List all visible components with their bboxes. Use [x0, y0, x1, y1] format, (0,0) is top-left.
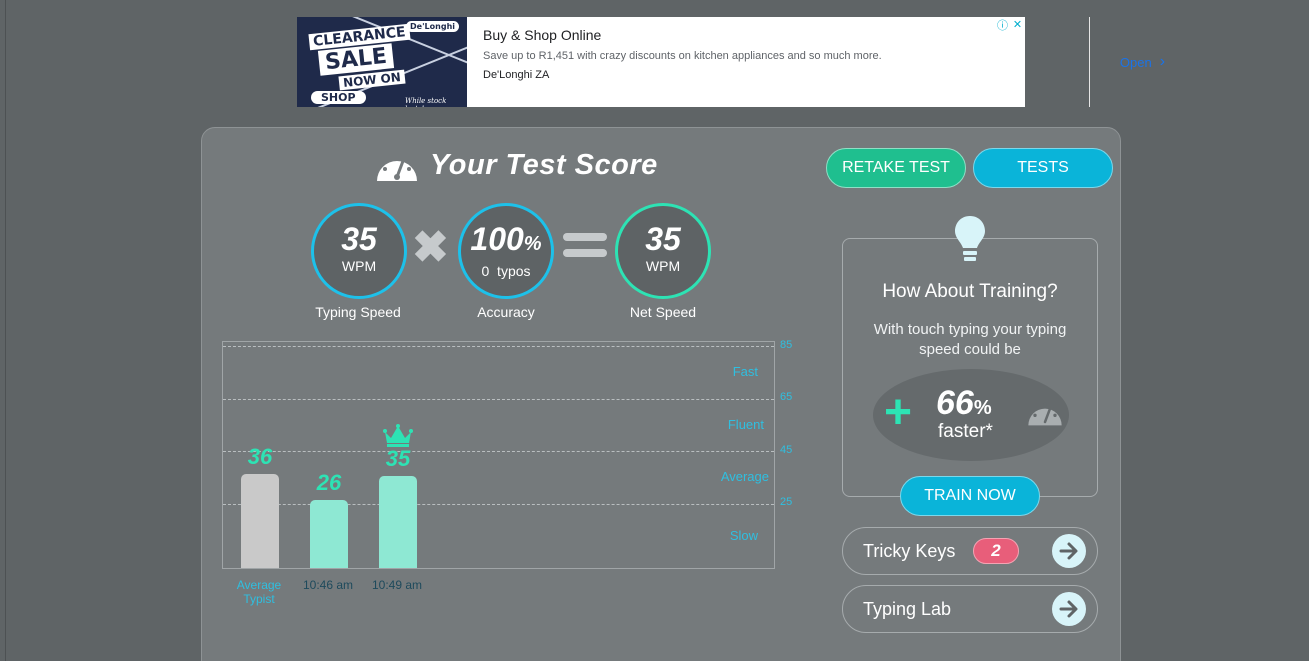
title-text: Your Test Score	[430, 148, 658, 181]
y-tick-85: 85	[780, 339, 793, 351]
net-speed-label: Net Speed	[629, 304, 697, 320]
bar-value-average-typist: 36	[247, 443, 273, 469]
gridline-85	[223, 346, 774, 347]
left-border	[5, 0, 6, 661]
gridline-25	[223, 504, 774, 505]
chevron-right-icon: ›	[1159, 53, 1166, 70]
page-title: Your Test Score	[374, 147, 658, 183]
gridline-45	[223, 451, 774, 452]
bar-value-10-46: 26	[316, 469, 342, 495]
speedometer-small-icon	[1028, 402, 1062, 426]
typing-lab-link[interactable]: Typing Lab	[842, 585, 1098, 633]
equals-icon	[563, 233, 607, 265]
ad-title[interactable]: Buy & Shop Online	[483, 27, 1009, 43]
ad-text[interactable]: Buy & Shop Online Save up to R1,451 with…	[467, 17, 1165, 107]
y-tick-65: 65	[780, 391, 793, 403]
x-label-10-49: 10:49 am	[371, 578, 423, 592]
ad-image-footer: While stock lasts!	[405, 97, 447, 107]
ad-image-brand: De'Longhi	[406, 21, 459, 32]
y-tick-45: 45	[780, 444, 793, 456]
typing-speed-circle: 35 WPM	[311, 203, 407, 299]
typing-speed-unit: WPM	[341, 258, 377, 274]
ad-open-button[interactable]: Open ›	[1089, 17, 1195, 107]
plus-icon: +	[884, 386, 913, 439]
accuracy-percent-sign: %	[523, 233, 542, 255]
train-now-button[interactable]: TRAIN NOW	[900, 476, 1040, 516]
accuracy-typos: 0 typos	[481, 263, 531, 279]
info-icon[interactable]: ⓘ	[995, 17, 1010, 32]
tricky-keys-count-badge: 2	[973, 538, 1019, 564]
faster-percent-sign: %	[973, 397, 992, 419]
bar-10-49	[379, 476, 417, 568]
multiply-icon: ✖	[412, 223, 449, 272]
close-icon[interactable]: ✕	[1010, 17, 1025, 32]
ad-image-word-shop: SHOP	[311, 91, 366, 104]
tests-button[interactable]: TESTS	[973, 148, 1113, 188]
net-speed-value: 35	[645, 221, 681, 257]
y-tick-25: 25	[780, 496, 793, 508]
net-speed-unit: WPM	[645, 258, 681, 274]
bar-average-typist	[241, 473, 279, 568]
training-title: How About Training?	[882, 281, 1058, 302]
gridline-65	[223, 399, 774, 400]
ad-description: Save up to R1,451 with crazy discounts o…	[483, 50, 882, 62]
band-fluent: Fluent	[727, 417, 764, 432]
crown-icon	[383, 424, 413, 447]
bar-value-10-49: 35	[385, 446, 411, 472]
band-average: Average	[720, 469, 769, 484]
typing-speed-label: Typing Speed	[315, 304, 401, 320]
accuracy-value: 100	[470, 221, 524, 257]
x-label-average-typist: Average Typist	[236, 578, 282, 606]
x-label-10-46: 10:46 am	[302, 578, 354, 592]
accuracy-circle: 100% 0 typos	[458, 203, 554, 299]
arrow-right-icon[interactable]	[1052, 534, 1086, 568]
ad-source: De'Longhi ZA	[483, 69, 550, 81]
faster-percent-value: 66	[936, 384, 974, 422]
accuracy-label: Accuracy	[477, 304, 535, 320]
ad-image[interactable]: De'Longhi CLEARANCE SALE NOW ON SHOP Whi…	[297, 17, 467, 107]
typing-speed-value: 35	[341, 221, 377, 257]
arrow-right-icon[interactable]	[1052, 592, 1086, 626]
faster-label: faster*	[938, 421, 993, 442]
accuracy-value-wrap: 100%	[461, 222, 551, 261]
typing-lab-label: Typing Lab	[863, 598, 952, 619]
lightbulb-icon	[955, 216, 985, 261]
bar-10-46	[310, 499, 348, 568]
ad-banner[interactable]: De'Longhi CLEARANCE SALE NOW ON SHOP Whi…	[297, 17, 1165, 107]
tricky-keys-label: Tricky Keys	[863, 540, 956, 561]
training-text: With touch typing your typing speed coul…	[873, 321, 1067, 358]
tricky-keys-link[interactable]: Tricky Keys 2	[842, 527, 1098, 575]
faster-percent: 66%	[936, 384, 992, 423]
ad-open-label: Open	[1119, 54, 1152, 70]
retake-test-button[interactable]: RETAKE TEST	[826, 148, 966, 188]
band-slow: Slow	[729, 528, 758, 543]
net-speed-circle: 35 WPM	[615, 203, 711, 299]
speedometer-icon	[377, 154, 417, 181]
band-fast: Fast	[732, 364, 758, 379]
